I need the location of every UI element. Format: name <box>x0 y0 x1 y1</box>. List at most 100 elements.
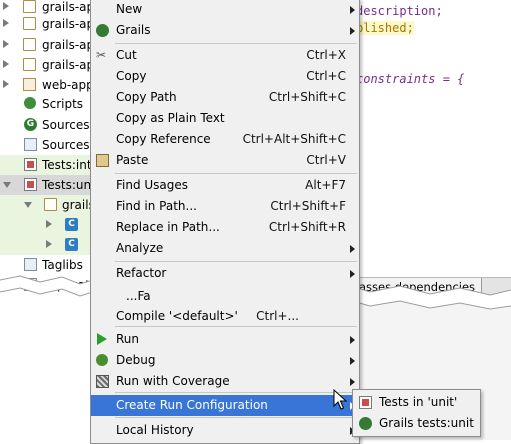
web-folder-icon <box>23 78 36 91</box>
collapse-arrow-icon[interactable] <box>24 202 32 208</box>
expand-arrow-icon[interactable] <box>3 60 9 68</box>
folder-icon <box>23 58 36 71</box>
tests-icon <box>359 396 372 409</box>
submenu-arrow-icon <box>350 245 355 253</box>
expand-arrow-icon[interactable] <box>3 19 9 27</box>
menu-item-copy-plain-text[interactable]: Copy as Plain Text <box>91 108 359 129</box>
tests-icon <box>24 178 37 191</box>
menu-item-compile[interactable]: Compile '<default>' Ctrl+... <box>91 306 359 327</box>
menu-item-grails[interactable]: Grails <box>91 20 359 41</box>
menu-item-label: Copy <box>116 69 147 83</box>
expand-arrow-icon[interactable] <box>3 2 9 10</box>
paste-icon <box>96 154 109 167</box>
menu-separator <box>115 392 357 393</box>
collapse-arrow-icon[interactable] <box>3 182 11 188</box>
menu-item-paste[interactable]: Paste Ctrl+V <box>91 150 359 171</box>
menu-item-label: Grails <box>116 23 151 37</box>
class-icon: C <box>65 238 78 251</box>
menu-item-label: Find in Path... <box>116 199 197 213</box>
menu-item-label: Run <box>116 332 140 346</box>
run-configuration-submenu: Tests in 'unit' Grails tests:unit <box>352 389 481 437</box>
submenu-item-label: Grails tests:unit <box>379 416 474 430</box>
code-line: description; <box>356 4 443 18</box>
coverage-icon <box>96 375 109 388</box>
menu-item-create-run-configuration[interactable]: Create Run Configuration <box>91 395 359 416</box>
menu-item-analyze[interactable]: Analyze <box>91 238 359 259</box>
menu-item-copy-reference[interactable]: Copy Reference Ctrl+Alt+Shift+C <box>91 129 359 150</box>
menu-item-label: Analyze <box>116 241 164 255</box>
menu-item-label: Local History <box>116 423 194 437</box>
submenu-item-tests-in-unit[interactable]: Tests in 'unit' <box>353 392 480 413</box>
groovy-icon: G <box>24 118 37 131</box>
mouse-cursor-icon <box>333 389 348 410</box>
menu-item-run[interactable]: Run <box>91 329 359 350</box>
menu-item-shortcut: Ctrl+C <box>306 69 346 83</box>
menu-item-shortcut: Ctrl+X <box>306 48 346 62</box>
menu-item-label: Paste <box>116 153 149 167</box>
grails-icon <box>359 417 372 430</box>
debug-icon <box>96 354 108 366</box>
menu-item-shortcut: Ctrl+Shift+F <box>270 199 346 213</box>
expand-arrow-icon[interactable] <box>3 40 9 48</box>
context-menu: New Grails ✂ Cut Ctrl+X Copy Ctrl+C Copy… <box>90 0 360 444</box>
menu-item-run-with-coverage[interactable]: Run with Coverage <box>91 371 359 392</box>
menu-item-find-in-path[interactable]: Find in Path... Ctrl+Shift+F <box>91 196 359 217</box>
menu-item-copy-path[interactable]: Copy Path Ctrl+Shift+C <box>91 87 359 108</box>
menu-item-new[interactable]: New <box>91 0 359 20</box>
scissors-icon: ✂ <box>96 48 107 62</box>
menu-item-label: Create Run Configuration <box>116 398 268 412</box>
menu-item-label: Compile '<default>' <box>116 309 238 323</box>
tree-item-label: Sources:j <box>42 138 97 152</box>
code-line-highlighted: blished; <box>356 21 414 35</box>
menu-item-replace-in-path[interactable]: Replace in Path... Ctrl+Shift+R <box>91 217 359 238</box>
menu-separator <box>115 261 357 262</box>
submenu-arrow-icon <box>350 27 355 35</box>
file-icon <box>24 258 37 271</box>
menu-separator <box>115 173 357 174</box>
submenu-arrow-icon <box>350 336 355 344</box>
menu-item-label: Find Usages <box>116 178 189 192</box>
submenu-arrow-icon <box>350 270 355 278</box>
menu-item-find-usages[interactable]: Find Usages Alt+F7 <box>91 175 359 196</box>
code-text: blished; <box>356 21 414 35</box>
menu-item-shortcut: Ctrl+Alt+Shift+C <box>242 132 346 146</box>
expand-arrow-icon[interactable] <box>46 220 52 228</box>
tree-item-label: Scripts <box>42 97 84 111</box>
menu-item-local-history[interactable]: Local History <box>91 420 359 441</box>
menu-item-label: ...Fa <box>126 289 151 303</box>
menu-separator <box>115 43 357 44</box>
tests-icon <box>24 158 37 171</box>
menu-separator <box>115 417 357 418</box>
menu-item-cut[interactable]: ✂ Cut Ctrl+X <box>91 45 359 66</box>
menu-item-label: New <box>116 2 143 16</box>
menu-item-label: Copy Path <box>116 90 177 104</box>
scripts-icon <box>24 97 36 109</box>
menu-item-label: Run with Coverage <box>116 374 230 388</box>
class-icon: C <box>65 218 78 231</box>
menu-item-label: Refactor <box>116 266 167 280</box>
code-editor[interactable]: description; blished; constraints = { <box>350 0 511 270</box>
folder-icon <box>23 0 36 13</box>
file-icon <box>24 278 37 291</box>
menu-item-refactor[interactable]: Refactor <box>91 263 359 284</box>
menu-item-shortcut: Ctrl+... <box>256 309 299 323</box>
menu-item-copy[interactable]: Copy Ctrl+C <box>91 66 359 87</box>
menu-item-shortcut: Ctrl+Shift+C <box>268 90 346 104</box>
menu-item-label: Copy Reference <box>116 132 211 146</box>
submenu-item-grails-tests-unit[interactable]: Grails tests:unit <box>353 413 480 434</box>
submenu-arrow-icon <box>350 378 355 386</box>
tree-item-label: Taglibs <box>42 258 83 272</box>
folder-icon <box>23 38 36 51</box>
tree-item-label: web-app <box>42 78 94 92</box>
folder-icon <box>44 198 57 211</box>
expand-arrow-icon[interactable] <box>46 240 52 248</box>
menu-item-debug[interactable]: Debug <box>91 350 359 371</box>
tab-dependencies[interactable]: asses dependencies <box>352 278 483 298</box>
menu-separator <box>115 326 357 327</box>
menu-item-shortcut: Alt+F7 <box>305 178 346 192</box>
menu-item-shortcut: Ctrl+Shift+R <box>268 220 346 234</box>
run-icon <box>97 333 107 345</box>
submenu-arrow-icon <box>350 357 355 365</box>
menu-item-partial[interactable]: ...Fa <box>91 286 359 307</box>
expand-arrow-icon[interactable] <box>3 80 9 88</box>
